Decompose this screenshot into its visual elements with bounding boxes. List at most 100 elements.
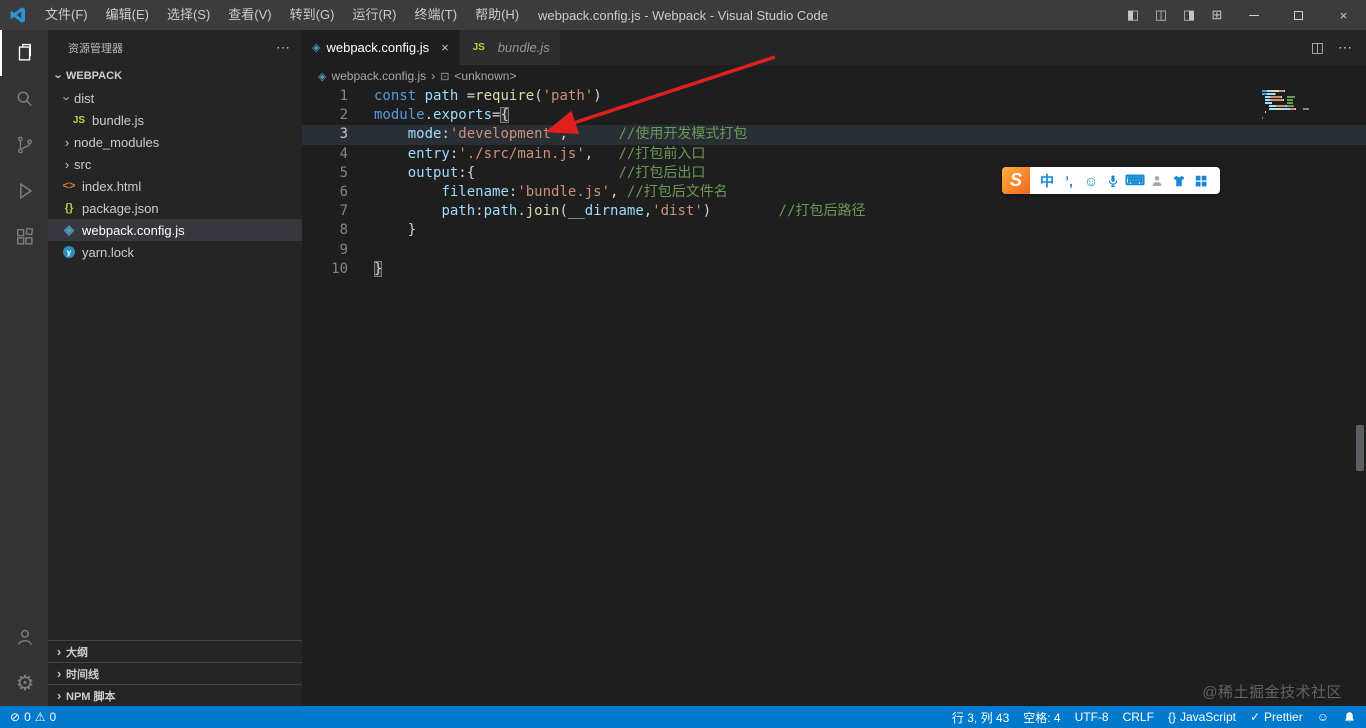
- explorer-more-actions-icon[interactable]: ⋯: [276, 39, 290, 56]
- ime-microphone-icon[interactable]: [1102, 167, 1124, 194]
- menu-file[interactable]: 文件(F): [36, 0, 97, 30]
- html-file-icon: <>: [62, 180, 76, 192]
- window-controls: ◧ ◫ ◨ ⊞ ×: [1119, 0, 1366, 30]
- line-number: 2: [339, 107, 348, 124]
- ime-keyboard-icon[interactable]: ⌨: [1124, 167, 1146, 194]
- ime-skin-icon[interactable]: [1168, 167, 1190, 194]
- tab-bundle-js[interactable]: JS bundle.js: [459, 30, 561, 65]
- tree-item-src[interactable]: › src: [48, 153, 302, 175]
- tree-item-label: index.html: [82, 178, 142, 194]
- cursor-position[interactable]: 行 3, 列 43: [952, 709, 1009, 726]
- ime-language-toggle[interactable]: 中: [1036, 167, 1058, 194]
- line-number: 6: [339, 183, 348, 200]
- code-line-9[interactable]: 9: [302, 241, 1366, 260]
- ime-toolbox-icon[interactable]: [1190, 167, 1212, 194]
- notifications-bell-icon[interactable]: [1343, 711, 1356, 724]
- section-label: 大纲: [66, 646, 88, 659]
- formatter-indicator[interactable]: ✓ Prettier: [1250, 710, 1303, 724]
- ime-account-icon[interactable]: [1146, 167, 1168, 194]
- close-button[interactable]: ×: [1321, 0, 1366, 30]
- menu-terminal[interactable]: 终端(T): [405, 0, 466, 30]
- code-line-7[interactable]: 7 path:path.join(__dirname,'dist') //打包后…: [302, 202, 1366, 221]
- editor-group: ◈ webpack.config.js × JS bundle.js ◫ ⋯ ◈…: [302, 30, 1366, 706]
- workspace-root[interactable]: › WEBPACK: [48, 65, 302, 87]
- tree-item-label: dist: [74, 90, 95, 106]
- tree-item-index-html[interactable]: <> index.html: [48, 175, 302, 197]
- toggle-panel-icon[interactable]: ◫: [1147, 0, 1175, 30]
- json-file-icon: {}: [64, 202, 74, 214]
- language-mode[interactable]: {} JavaScript: [1168, 710, 1236, 724]
- activity-settings[interactable]: ⚙: [0, 660, 48, 706]
- tree-item-bundle-js[interactable]: JS bundle.js: [48, 109, 302, 131]
- breadcrumb: ◈ webpack.config.js › ⊡ <unknown>: [302, 65, 1366, 87]
- section-timeline[interactable]: › 时间线: [48, 662, 302, 684]
- activity-run-debug[interactable]: [0, 168, 48, 214]
- chevron-right-icon: ›: [64, 134, 70, 150]
- activity-explorer[interactable]: [0, 30, 48, 76]
- line-number: 7: [339, 203, 348, 220]
- code-line-10[interactable]: 10}: [302, 260, 1366, 279]
- feedback-icon[interactable]: ☺: [1317, 710, 1329, 724]
- maximize-button[interactable]: [1276, 0, 1321, 30]
- activity-source-control[interactable]: [0, 122, 48, 168]
- scrollbar-thumb[interactable]: [1356, 425, 1364, 471]
- breadcrumb-file[interactable]: webpack.config.js: [331, 69, 426, 83]
- webpack-icon: ◈: [312, 42, 321, 54]
- code-line-8[interactable]: 8 }: [302, 221, 1366, 240]
- chevron-right-icon: ›: [56, 666, 62, 681]
- extensions-icon: [14, 226, 36, 248]
- sogou-logo-icon[interactable]: S: [1002, 167, 1030, 194]
- indentation-setting[interactable]: 空格: 4: [1023, 709, 1060, 726]
- vscode-window: 文件(F) 编辑(E) 选择(S) 查看(V) 转到(G) 运行(R) 终端(T…: [0, 0, 1366, 728]
- line-number: 10: [331, 260, 348, 277]
- code-line-3[interactable]: 3 mode:'development', //使用开发模式打包: [302, 125, 1366, 145]
- minimap[interactable]: [1262, 90, 1350, 120]
- error-count: 0: [24, 710, 31, 724]
- sogou-ime-toolbar[interactable]: S 中 ’, ☺ ⌨: [1002, 167, 1220, 194]
- tree-item-label: webpack.config.js: [82, 222, 185, 238]
- editor-more-actions-icon[interactable]: ⋯: [1338, 39, 1352, 56]
- line-number: 4: [339, 145, 348, 162]
- problems-indicator[interactable]: ⊘ 0 ⚠ 0: [10, 710, 56, 724]
- menu-view[interactable]: 查看(V): [219, 0, 280, 30]
- code-line-1[interactable]: 1 const path =require('path'): [302, 87, 1366, 106]
- customize-layout-icon[interactable]: ⊞: [1203, 0, 1231, 30]
- activity-extensions[interactable]: [0, 214, 48, 260]
- toggle-secondary-sidebar-icon[interactable]: ◨: [1175, 0, 1203, 30]
- close-tab-icon[interactable]: ×: [441, 40, 449, 55]
- tree-item-webpack-config-js[interactable]: ◈ webpack.config.js: [48, 219, 302, 241]
- activity-account[interactable]: [0, 614, 48, 660]
- tree-item-dist[interactable]: › dist: [48, 87, 302, 109]
- code-line-2[interactable]: 2 module.exports={: [302, 106, 1366, 125]
- window-title: webpack.config.js - Webpack - Visual Stu…: [537, 7, 829, 23]
- chevron-right-icon: ›: [56, 688, 62, 703]
- tree-item-package-json[interactable]: {} package.json: [48, 197, 302, 219]
- status-bar: ⊘ 0 ⚠ 0 行 3, 列 43 空格: 4 UTF-8 CRLF {} Ja…: [0, 706, 1366, 728]
- encoding-setting[interactable]: UTF-8: [1075, 710, 1109, 724]
- code-line-4[interactable]: 4 entry:'./src/main.js', //打包前入口: [302, 145, 1366, 164]
- menu-goto[interactable]: 转到(G): [281, 0, 344, 30]
- explorer-sidebar: 资源管理器 ⋯ › WEBPACK › dist JS bundle.js › …: [48, 30, 302, 706]
- activity-search[interactable]: [0, 76, 48, 122]
- tree-item-node-modules[interactable]: › node_modules: [48, 131, 302, 153]
- tab-bar: ◈ webpack.config.js × JS bundle.js ◫ ⋯: [302, 30, 1366, 65]
- explorer-header: 资源管理器 ⋯: [48, 30, 302, 65]
- section-npm-scripts[interactable]: › NPM 脚本: [48, 684, 302, 706]
- menu-help[interactable]: 帮助(H): [466, 0, 528, 30]
- minimize-button[interactable]: [1231, 0, 1276, 30]
- section-label: 时间线: [66, 668, 99, 681]
- split-editor-icon[interactable]: ◫: [1311, 39, 1324, 56]
- eol-setting[interactable]: CRLF: [1123, 710, 1154, 724]
- tree-item-yarn-lock[interactable]: y yarn.lock: [48, 241, 302, 263]
- menu-run[interactable]: 运行(R): [343, 0, 405, 30]
- chevron-right-icon: ›: [431, 69, 436, 83]
- menu-selection[interactable]: 选择(S): [158, 0, 219, 30]
- ime-emoji-icon[interactable]: ☺: [1080, 167, 1102, 194]
- section-label: NPM 脚本: [66, 690, 116, 703]
- menu-edit[interactable]: 编辑(E): [97, 0, 158, 30]
- toggle-sidebar-icon[interactable]: ◧: [1119, 0, 1147, 30]
- breadcrumb-symbol[interactable]: <unknown>: [454, 69, 516, 83]
- tab-webpack-config-js[interactable]: ◈ webpack.config.js ×: [302, 30, 460, 65]
- ime-punctuation-toggle[interactable]: ’,: [1058, 167, 1080, 194]
- section-outline[interactable]: › 大纲: [48, 640, 302, 662]
